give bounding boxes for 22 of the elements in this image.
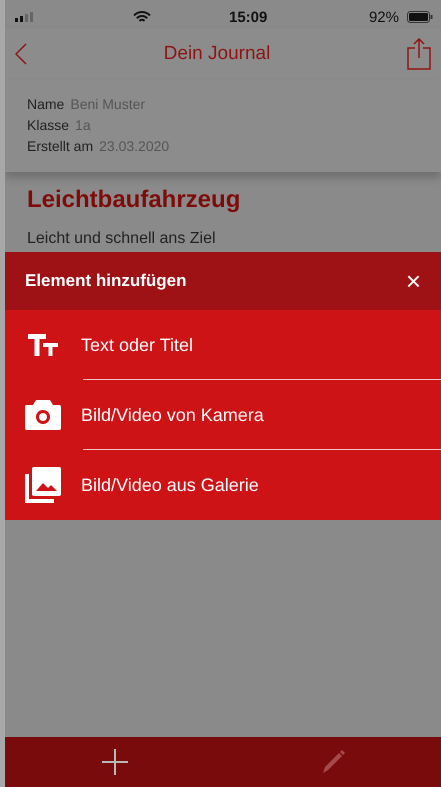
journal-subtitle: Leicht und schnell ans Ziel [27,230,217,248]
share-icon[interactable] [406,38,431,70]
info-label: Name [27,96,64,112]
nav-title: Dein Journal [164,43,270,65]
sheet-title: Element hinzufügen [25,271,186,291]
text-size-icon [25,334,61,356]
battery-percent: 92% [368,8,399,26]
status-time: 15:09 [229,8,268,26]
back-icon[interactable] [15,43,27,65]
info-label: Klasse [27,117,70,133]
sheet-option[interactable]: Bild/Video aus Galerie [5,450,441,520]
camera-icon [25,400,61,430]
info-label: Erstellt am [27,138,94,154]
gallery-icon [25,467,61,503]
journal-title: Leichtbaufahrzeug [27,186,242,214]
sheet-option[interactable]: Bild/Video von Kamera [5,380,441,450]
signal-icon [15,12,35,22]
battery-icon [407,11,433,23]
close-button[interactable]: × [400,266,427,296]
sheet-option[interactable]: Text oder Titel [5,310,441,380]
wifi-icon [133,10,151,24]
add-icon[interactable] [100,748,128,776]
